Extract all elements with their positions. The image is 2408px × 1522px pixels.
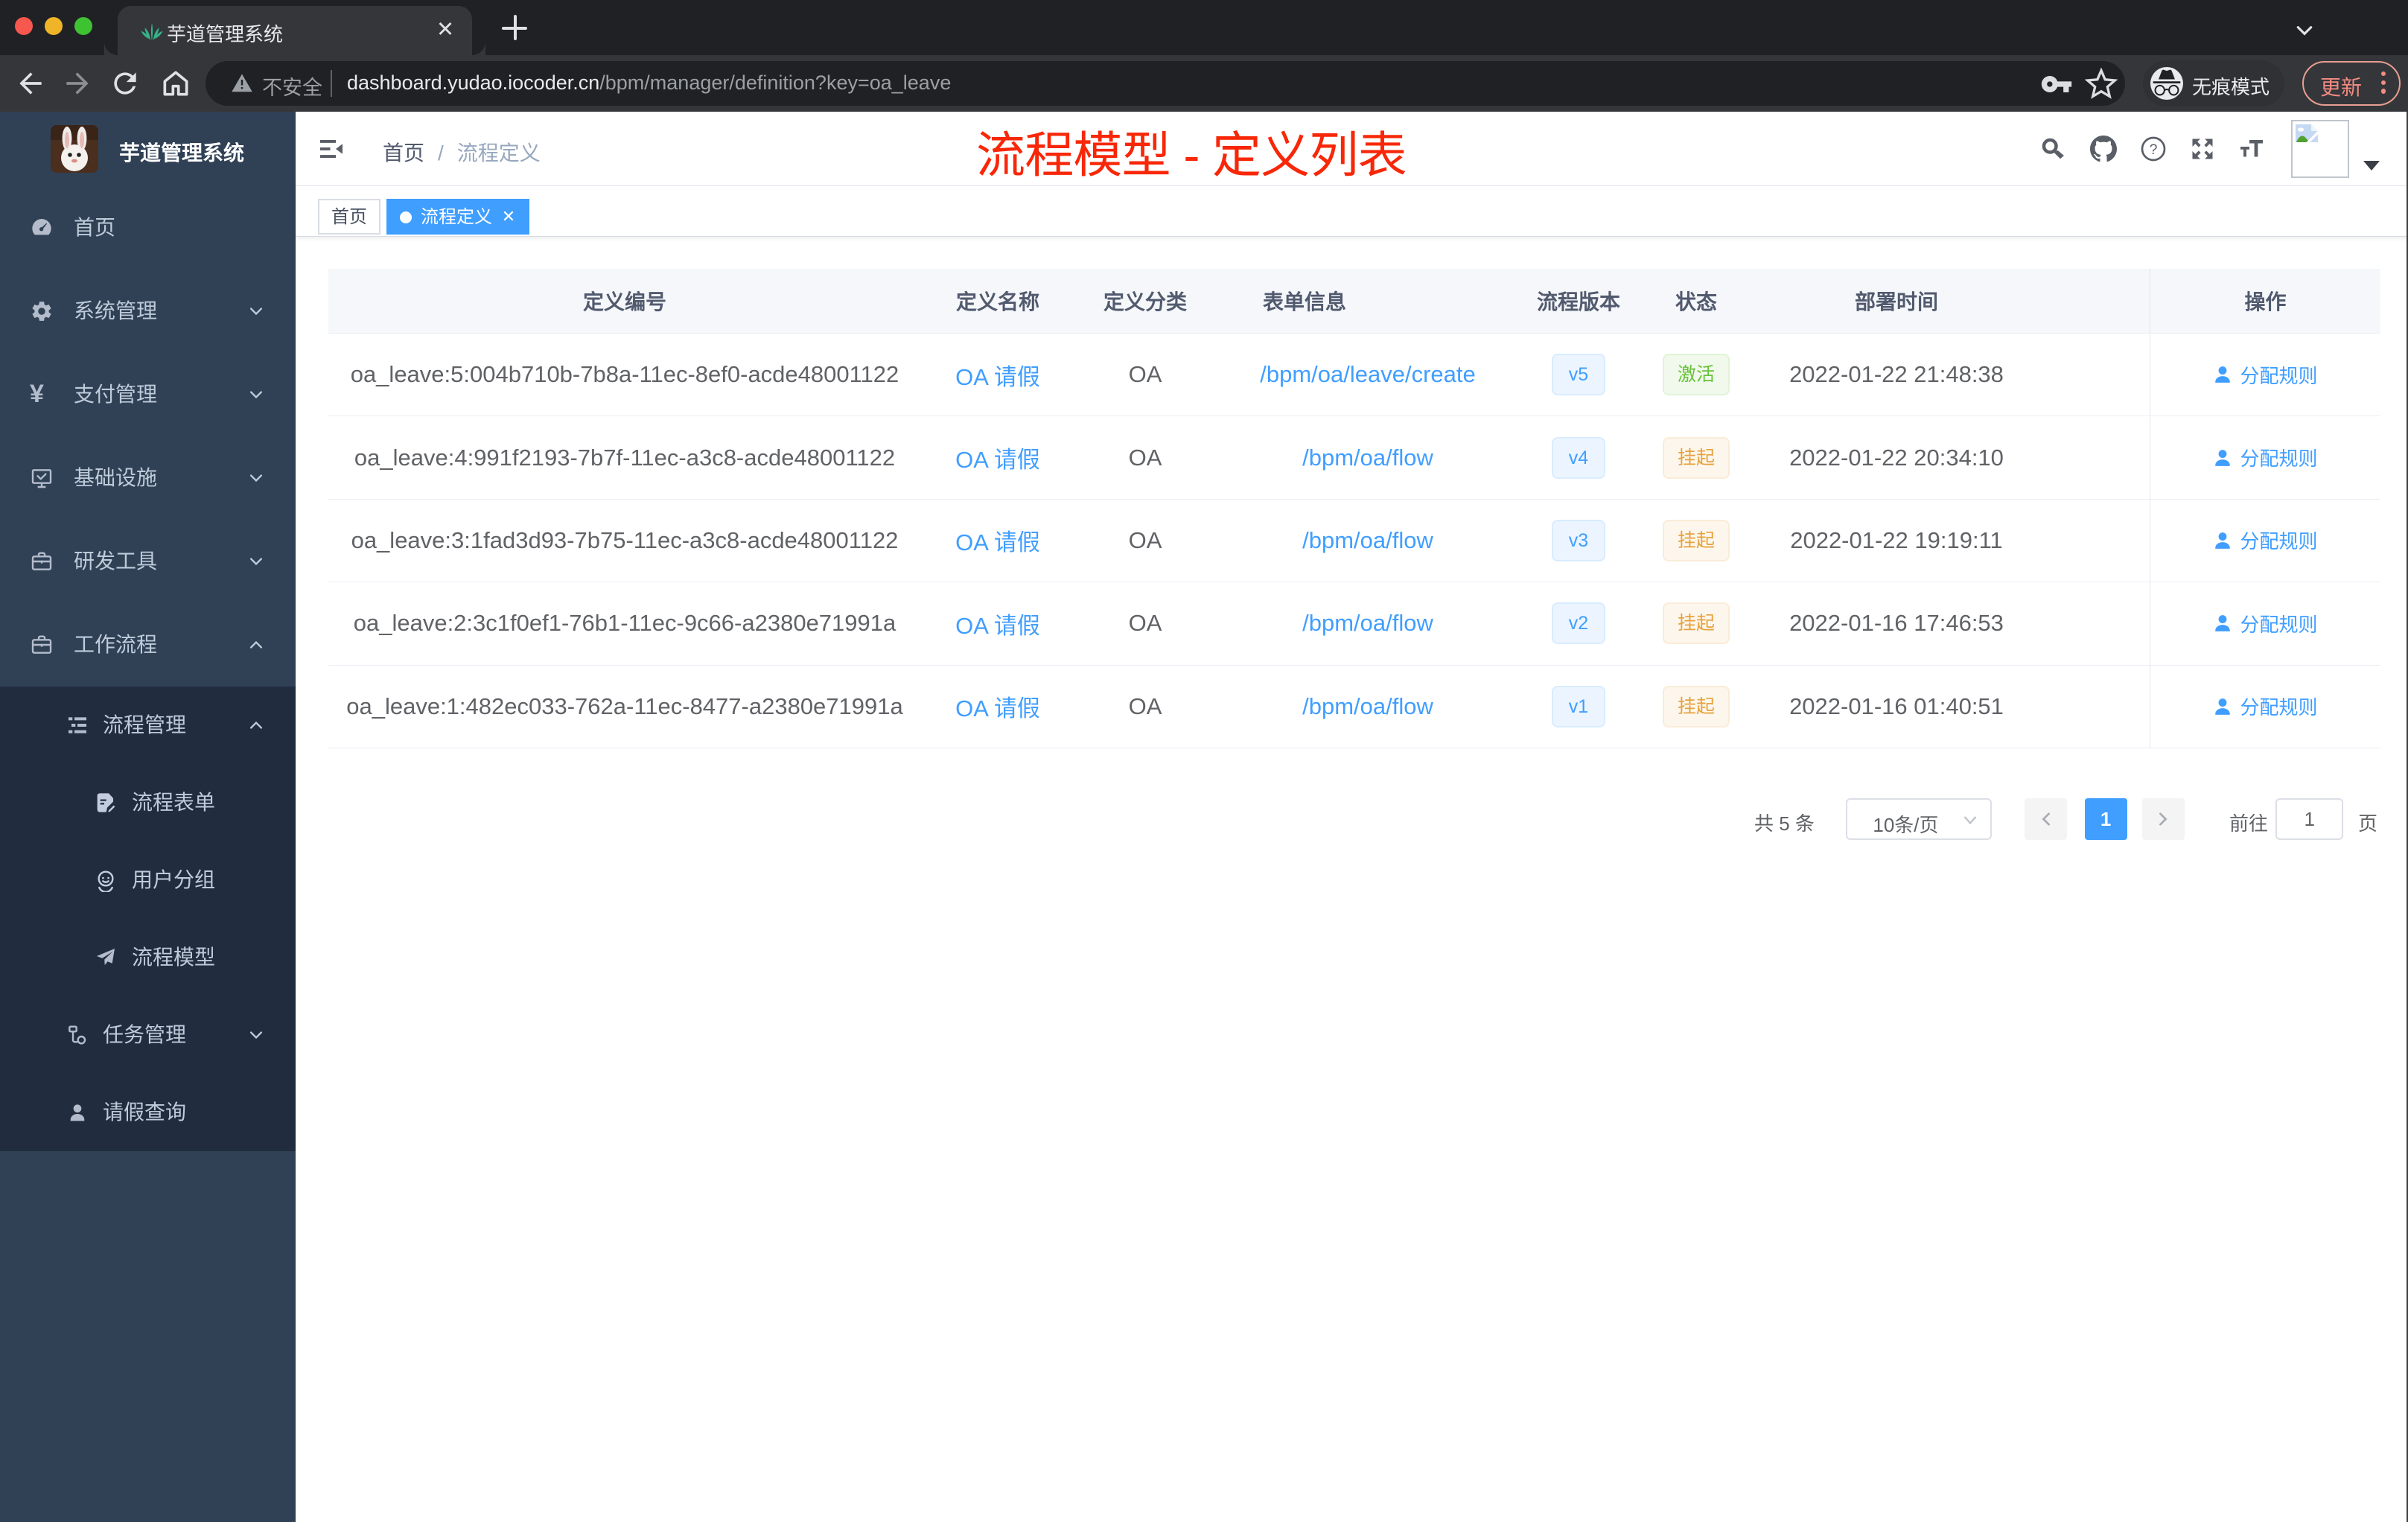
svg-text:?: ? xyxy=(2150,141,2158,158)
